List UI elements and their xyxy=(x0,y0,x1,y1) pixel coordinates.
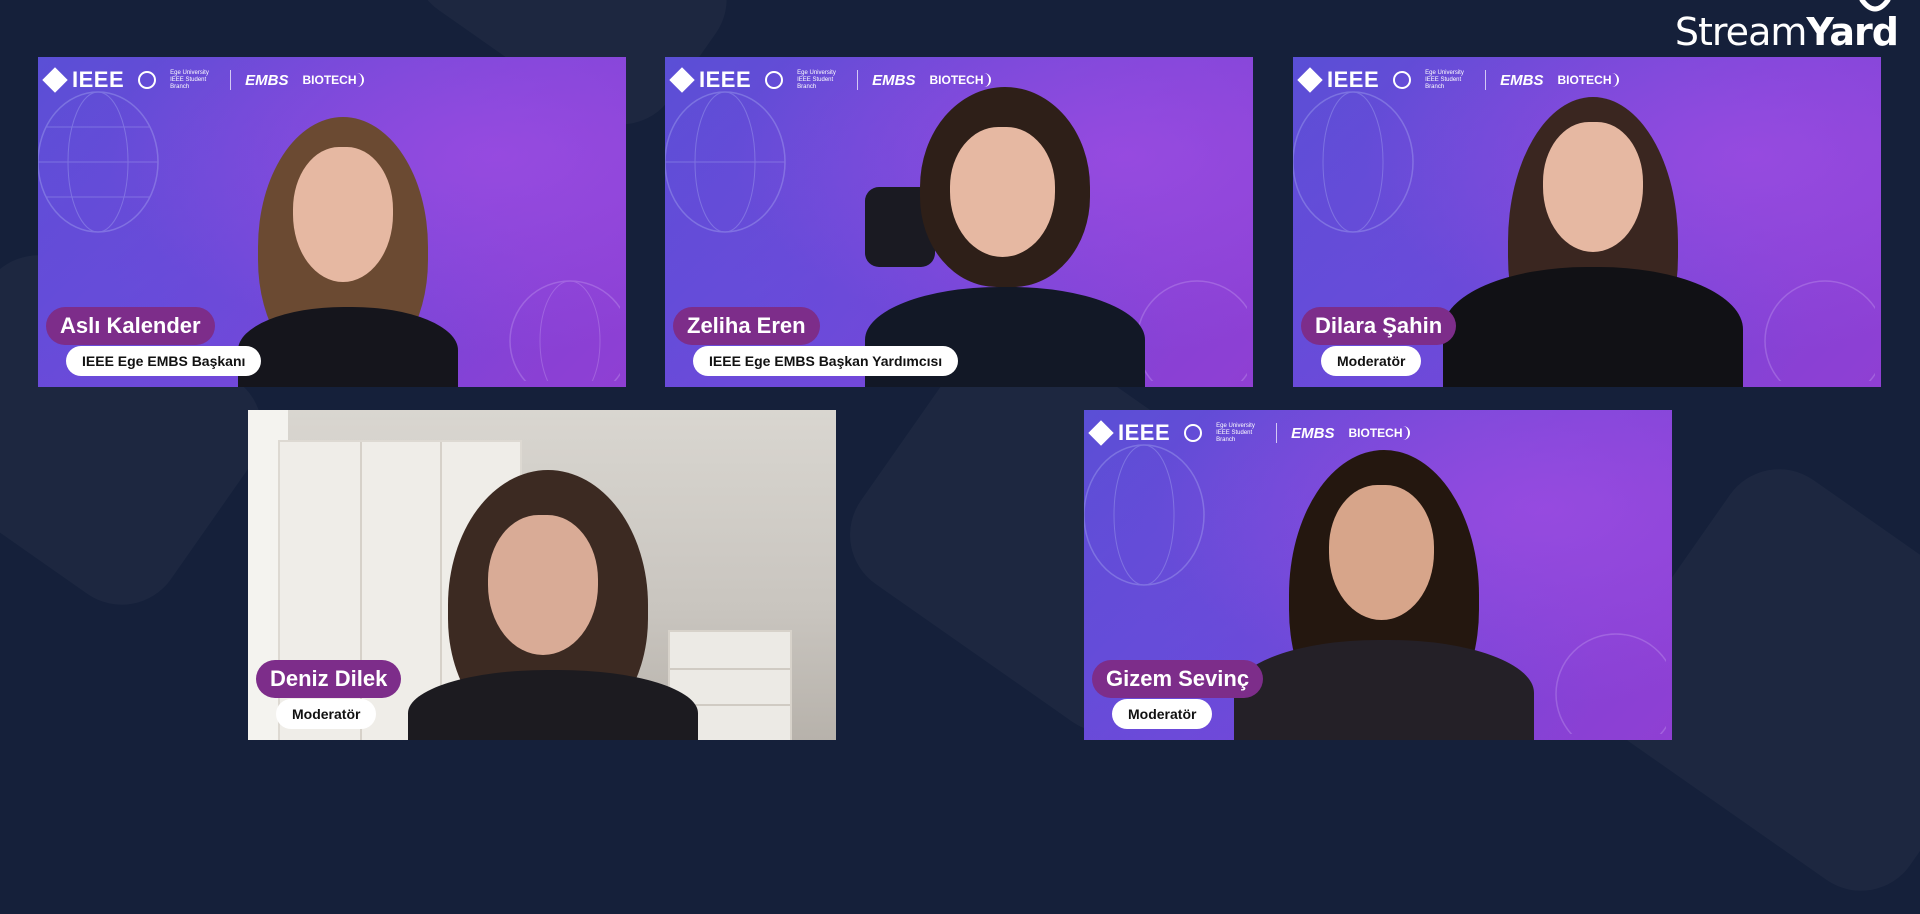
participant-tile[interactable]: IEEE Ege University IEEE Student Branch … xyxy=(38,57,626,387)
participant-video xyxy=(1423,97,1753,387)
university-logo-text: Ege University IEEE Student Branch xyxy=(170,69,209,90)
participant-body xyxy=(408,670,698,740)
ieee-logo: IEEE xyxy=(669,67,751,93)
globe-watermark-icon xyxy=(665,91,786,233)
participant-face xyxy=(293,147,393,282)
globe-watermark-icon xyxy=(1293,91,1414,233)
participant-video xyxy=(1214,450,1544,740)
embs-logo: EMBS xyxy=(1500,71,1544,89)
participant-name-label: Deniz Dilek xyxy=(256,660,402,698)
participant-tile[interactable]: IEEE Ege University IEEE Student Branch … xyxy=(665,57,1253,387)
participant-name-label: Gizem Sevinç xyxy=(1092,660,1264,698)
participant-face xyxy=(950,127,1055,257)
ieee-logo: IEEE xyxy=(1088,420,1170,446)
logo-divider xyxy=(1485,70,1487,90)
participant-tile[interactable]: Deniz Dilek Moderatör xyxy=(248,410,836,740)
participant-role-label: IEEE Ege EMBS Başkan Yardımcısı xyxy=(693,346,959,376)
logo-divider xyxy=(1276,423,1278,443)
university-logo-text: Ege University IEEE Student Branch xyxy=(1425,69,1464,90)
participant-body xyxy=(238,307,458,387)
participant-body xyxy=(1234,640,1534,740)
biotech-logo: BIOTECH xyxy=(1348,426,1411,440)
participant-name-label: Zeliha Eren xyxy=(673,307,820,345)
ieee-logo: IEEE xyxy=(42,67,124,93)
logo-divider xyxy=(230,70,232,90)
participant-video xyxy=(218,117,478,387)
university-seal-icon xyxy=(138,71,157,89)
participant-video xyxy=(388,470,708,740)
participant-name-label: Dilara Şahin xyxy=(1301,307,1457,345)
participant-tile[interactable]: IEEE Ege University IEEE Student Branch … xyxy=(1293,57,1881,387)
streamyard-logo: StreamYard xyxy=(1674,0,1899,54)
participant-body xyxy=(1443,267,1743,387)
ieee-diamond-icon xyxy=(42,67,68,93)
ieee-diamond-icon xyxy=(1088,420,1114,446)
embs-logo: EMBS xyxy=(872,71,916,89)
university-logo-text: Ege University IEEE Student Branch xyxy=(1216,422,1255,443)
embs-logo: EMBS xyxy=(1291,424,1335,442)
streamyard-mark-icon xyxy=(1859,0,1891,12)
participant-face xyxy=(1329,485,1434,620)
ieee-logo: IEEE xyxy=(1297,67,1379,93)
university-seal-icon xyxy=(765,71,784,89)
brand-name-light: Stream xyxy=(1674,10,1807,54)
participant-face xyxy=(1543,122,1643,252)
ieee-diamond-icon xyxy=(669,67,695,93)
biotech-logo: BIOTECH xyxy=(1557,73,1620,87)
globe-watermark-icon xyxy=(1084,444,1205,586)
sponsor-logos: IEEE Ege University IEEE Student Branch … xyxy=(42,67,365,93)
sponsor-logos: IEEE Ege University IEEE Student Branch … xyxy=(1088,420,1411,446)
participant-role-label: Moderatör xyxy=(1112,699,1213,729)
embs-logo: EMBS xyxy=(245,71,289,89)
globe-watermark-icon xyxy=(1555,633,1666,734)
participant-video xyxy=(825,87,1165,387)
university-seal-icon xyxy=(1184,424,1203,442)
participant-role-label: IEEE Ege EMBS Başkanı xyxy=(66,346,262,376)
participant-name-label: Aslı Kalender xyxy=(46,307,215,345)
globe-watermark-icon xyxy=(1764,280,1875,381)
participant-role-label: Moderatör xyxy=(1321,346,1422,376)
globe-watermark-icon xyxy=(509,280,620,381)
biotech-logo: BIOTECH xyxy=(302,73,365,87)
sponsor-logos: IEEE Ege University IEEE Student Branch … xyxy=(1297,67,1620,93)
participant-face xyxy=(488,515,598,655)
ieee-diamond-icon xyxy=(1297,67,1323,93)
brand-name-bold: Yard xyxy=(1806,10,1899,54)
participant-role-label: Moderatör xyxy=(276,699,377,729)
biotech-logo: BIOTECH xyxy=(929,73,992,87)
university-seal-icon xyxy=(1393,71,1412,89)
globe-watermark-icon xyxy=(38,91,159,233)
participant-tile[interactable]: IEEE Ege University IEEE Student Branch … xyxy=(1084,410,1672,740)
